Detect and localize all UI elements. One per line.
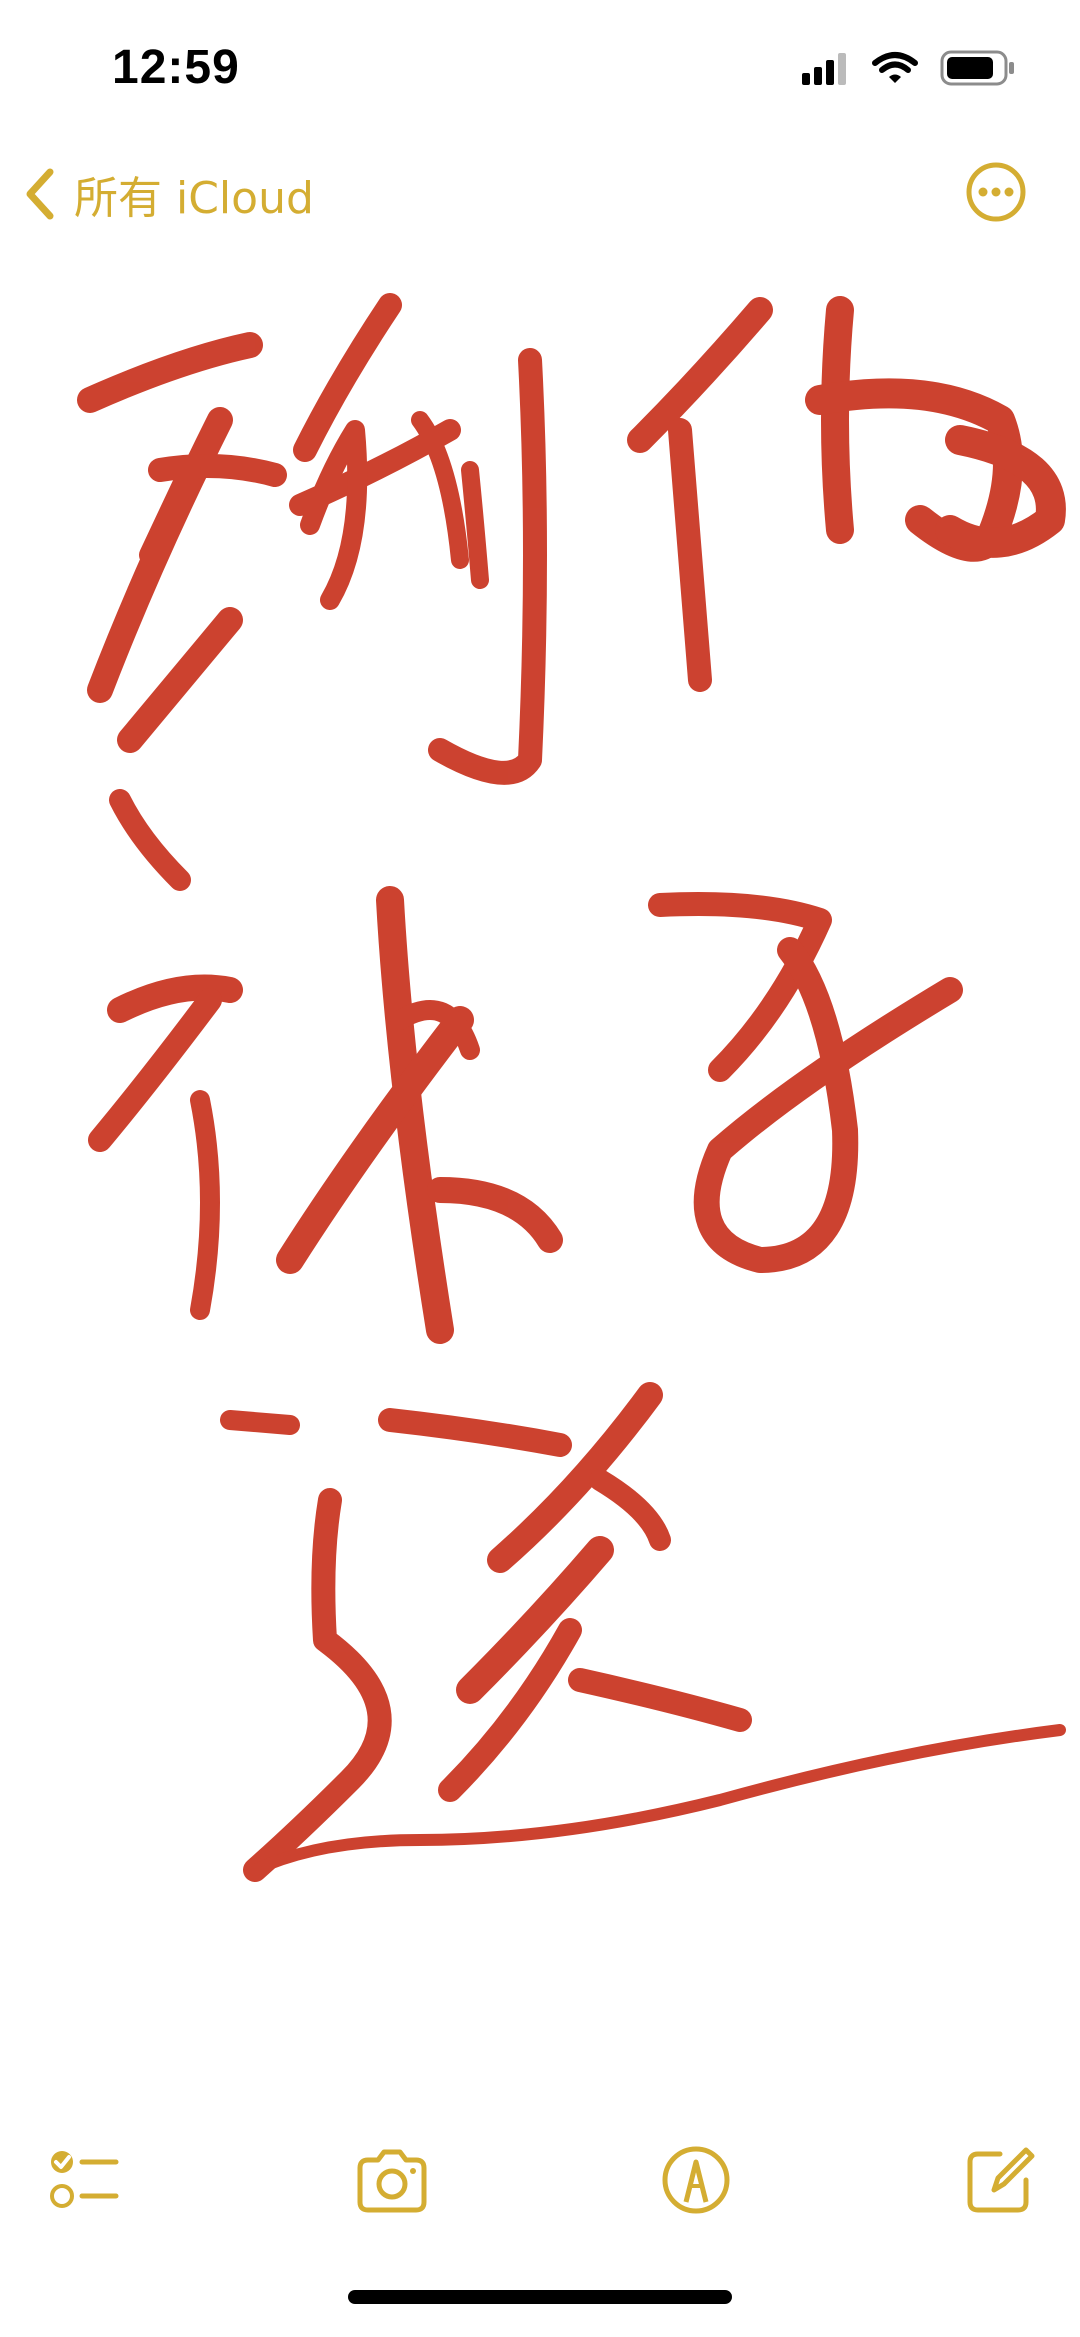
ellipsis-circle-icon <box>966 162 1026 222</box>
status-bar: 12:59 <box>0 0 1080 140</box>
bottom-toolbar <box>0 2130 1080 2240</box>
markup-button[interactable] <box>656 2140 736 2220</box>
chevron-left-icon <box>26 168 54 220</box>
checklist-icon <box>50 2151 119 2208</box>
compose-button[interactable] <box>960 2140 1040 2220</box>
status-time: 12:59 <box>112 41 240 94</box>
home-indicator[interactable] <box>348 2290 732 2304</box>
camera-button[interactable] <box>352 2140 432 2220</box>
note-drawing-canvas[interactable] <box>0 250 1080 2100</box>
more-button[interactable] <box>964 160 1028 224</box>
wifi-icon <box>872 52 918 83</box>
handwriting-drawing <box>77 293 1066 1882</box>
back-label: 所有 iCloud <box>74 173 314 224</box>
cellular-signal-icon <box>802 53 846 85</box>
status-icons <box>802 50 1016 86</box>
nav-bar: 所有 iCloud <box>0 150 1080 240</box>
compose-icon <box>967 2147 1035 2213</box>
markup-pen-icon <box>662 2146 730 2214</box>
battery-icon <box>940 50 1014 86</box>
checklist-button[interactable] <box>44 2140 124 2220</box>
back-button[interactable]: 所有 iCloud <box>22 162 314 226</box>
camera-icon <box>357 2149 427 2213</box>
